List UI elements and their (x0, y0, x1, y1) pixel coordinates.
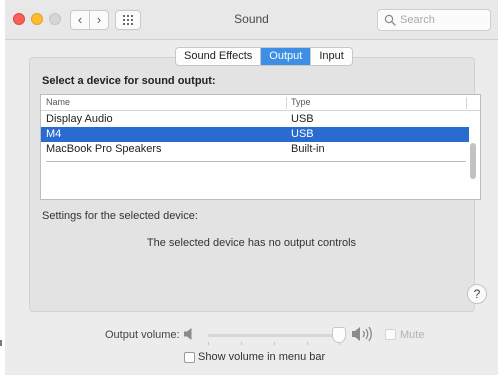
table-divider (46, 161, 466, 162)
no-controls-message: The selected device has no output contro… (146, 237, 357, 249)
table-row-selected[interactable]: M4 USB (41, 127, 469, 142)
tab-output[interactable]: Output (261, 48, 312, 65)
help-button[interactable]: ? (467, 284, 487, 304)
search-field[interactable]: Search (377, 9, 491, 31)
slider-tick (241, 342, 242, 345)
search-placeholder: Search (400, 14, 435, 26)
table-scrollbar[interactable] (470, 113, 477, 199)
volume-slider-ticks (208, 342, 340, 346)
device-name: Display Audio (46, 113, 113, 125)
device-name: MacBook Pro Speakers (46, 143, 162, 155)
volume-slider-thumb[interactable] (332, 327, 346, 343)
slider-tick (307, 342, 308, 345)
output-volume-label: Output volume: (105, 329, 180, 341)
settings-label: Settings for the selected device: (42, 210, 198, 222)
column-divider (286, 97, 287, 109)
volume-slider-track[interactable] (208, 334, 340, 337)
tab-bar: Sound Effects Output Input (175, 47, 353, 66)
mute-checkbox[interactable] (385, 329, 396, 340)
table-row[interactable]: Display Audio USB (41, 112, 469, 127)
device-type: Built-in (291, 143, 325, 155)
table-header: Name Type (41, 95, 480, 111)
title-bar: ‹ › Sound Search (5, 0, 498, 40)
column-divider (466, 97, 467, 109)
scrollbar-thumb[interactable] (470, 143, 476, 179)
speaker-high-icon (352, 326, 372, 342)
table-row[interactable]: MacBook Pro Speakers Built-in (41, 142, 469, 157)
output-device-table[interactable]: Name Type Display Audio USB M4 USB MacBo… (40, 94, 481, 200)
search-icon (384, 14, 396, 26)
sound-preferences-window: ‹ › Sound Search Sound Effects Output In… (5, 0, 498, 375)
column-header-name[interactable]: Name (46, 97, 70, 107)
output-device-heading: Select a device for sound output: (42, 75, 216, 87)
slider-tick (208, 342, 209, 345)
show-volume-in-menu-bar-checkbox[interactable] (184, 352, 195, 363)
column-header-type[interactable]: Type (291, 97, 311, 107)
edge-mark (0, 340, 2, 346)
slider-tick (274, 342, 275, 345)
tab-sound-effects[interactable]: Sound Effects (176, 48, 262, 65)
device-name: M4 (46, 128, 62, 140)
device-type: USB (291, 128, 314, 140)
speaker-low-icon (184, 328, 192, 340)
show-volume-in-menu-bar-label: Show volume in menu bar (198, 351, 326, 363)
device-type: USB (291, 113, 314, 125)
tab-input[interactable]: Input (311, 48, 351, 65)
mute-label: Mute (400, 329, 425, 341)
volume-slider-fill (208, 334, 340, 337)
